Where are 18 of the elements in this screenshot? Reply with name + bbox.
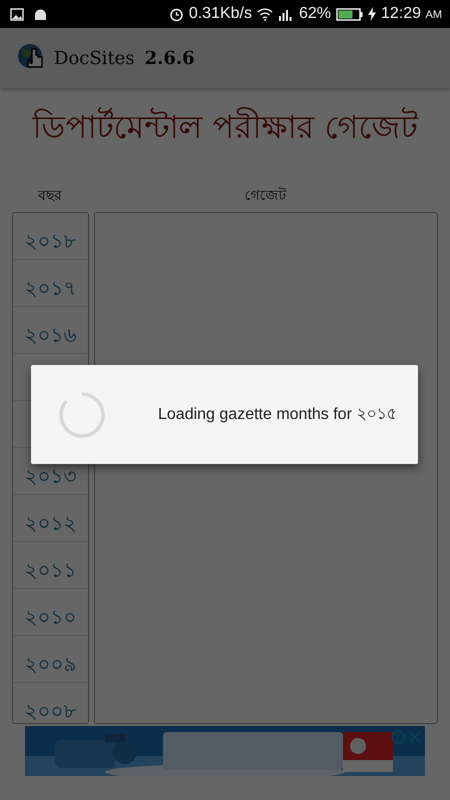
- column-header: বছর: [36, 187, 63, 206]
- app-title: DocSites: [54, 48, 135, 68]
- android-icon: [34, 8, 47, 20]
- battery-icon: [336, 8, 364, 20]
- loading-message: Loading gazette months for ২০১৫: [158, 405, 396, 425]
- clock: 12:29 AM: [381, 5, 442, 23]
- wifi-icon: [256, 8, 273, 20]
- network-speed: 0.31Kb/s: [188, 5, 252, 23]
- battery-percent: 62%: [298, 5, 332, 23]
- charging-icon: [368, 7, 376, 21]
- app-version: 2.6.6: [144, 48, 195, 68]
- spinner-icon: [58, 390, 106, 438]
- alarm-icon: [168, 6, 184, 22]
- column-header: গেজেট: [244, 186, 288, 206]
- year-item[interactable]: ২০১৮: [13, 213, 88, 260]
- info-icon[interactable]: [391, 730, 405, 744]
- image-icon: [10, 8, 24, 20]
- page-heading: ডিপার্টমেন্টাল পরীক্ষার গেজেট: [32, 106, 418, 148]
